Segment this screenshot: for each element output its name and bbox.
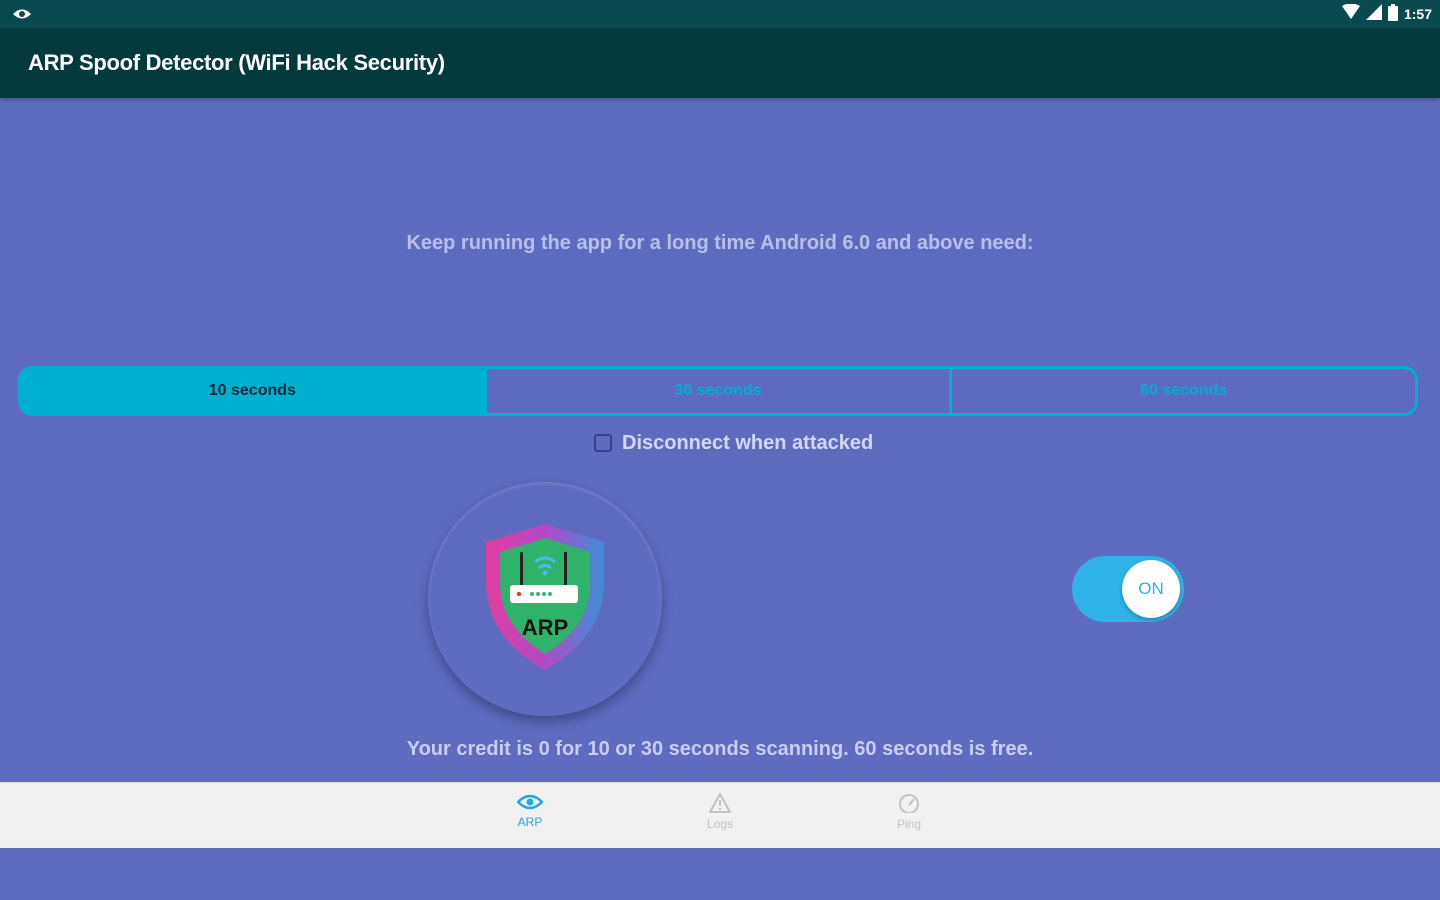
status-bar: 1:57 bbox=[0, 0, 1440, 28]
protection-toggle[interactable]: ON bbox=[1072, 556, 1184, 622]
disconnect-label: Disconnect when attacked bbox=[622, 431, 874, 454]
battery-notice[interactable]: Keep running the app for a long time And… bbox=[0, 232, 1440, 255]
scan-interval-selector: 10 seconds 30 seconds 60 seconds bbox=[18, 366, 1418, 416]
eye-icon bbox=[490, 793, 570, 811]
segment-10-seconds[interactable]: 10 seconds bbox=[21, 369, 484, 413]
bottom-nav: ARP Logs Ping bbox=[0, 782, 1440, 848]
segment-30-seconds[interactable]: 30 seconds bbox=[483, 369, 950, 413]
nav-label-arp: ARP bbox=[517, 815, 543, 829]
battery-icon bbox=[1387, 3, 1398, 25]
app-title: ARP Spoof Detector (WiFi Hack Security) bbox=[28, 50, 445, 75]
nav-label-ping: Ping bbox=[896, 817, 922, 831]
signal-icon bbox=[1365, 4, 1382, 24]
wifi-icon bbox=[1341, 3, 1360, 24]
arp-badge-text: ARP bbox=[522, 615, 568, 640]
segment-60-seconds[interactable]: 60 seconds bbox=[949, 369, 1415, 413]
nav-item-arp[interactable]: ARP bbox=[490, 793, 570, 829]
status-indicators: 1:57 bbox=[1341, 3, 1432, 25]
warning-icon bbox=[680, 793, 760, 813]
arp-shield-button[interactable]: ARP bbox=[428, 482, 662, 716]
toggle-knob: ON bbox=[1122, 560, 1180, 618]
nav-label-logs: Logs bbox=[706, 817, 734, 831]
arp-shield-icon: ARP bbox=[486, 524, 604, 670]
app-bar: ARP Spoof Detector (WiFi Hack Security) bbox=[0, 28, 1440, 98]
eye-icon bbox=[12, 6, 32, 25]
disconnect-checkbox[interactable] bbox=[594, 434, 612, 452]
disconnect-checkbox-row[interactable]: Disconnect when attacked bbox=[594, 430, 873, 456]
status-time: 1:57 bbox=[1403, 6, 1432, 22]
nav-item-ping[interactable]: Ping bbox=[869, 793, 949, 831]
speedometer-icon bbox=[869, 793, 949, 813]
credit-text: Your credit is 0 for 10 or 30 seconds sc… bbox=[406, 738, 1034, 760]
nav-item-logs[interactable]: Logs bbox=[680, 793, 760, 831]
